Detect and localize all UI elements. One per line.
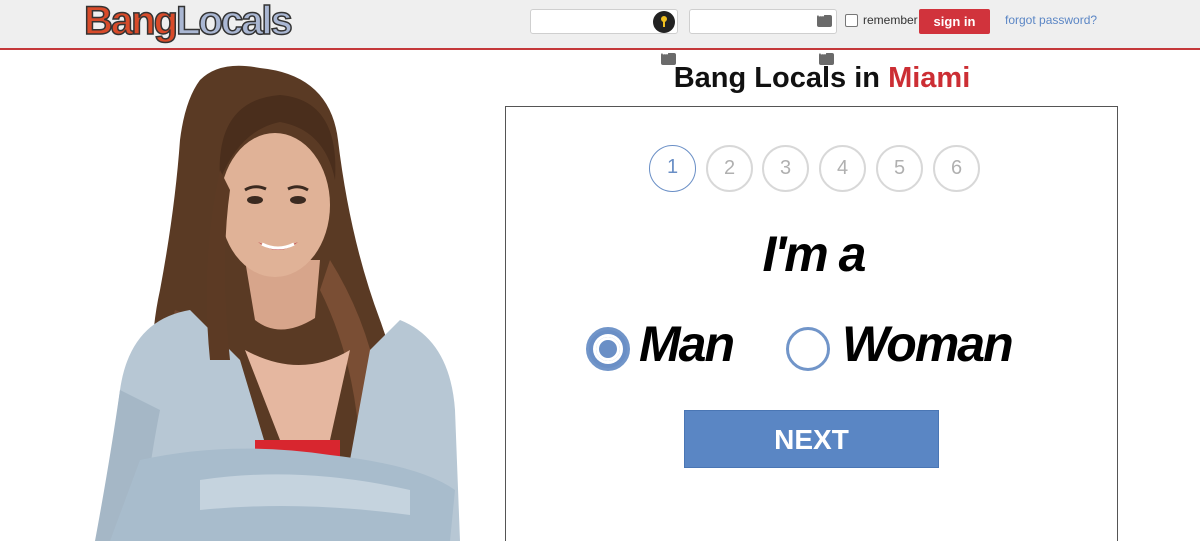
username-input[interactable] [530, 9, 678, 34]
key-icon[interactable] [653, 11, 675, 33]
woman-radio[interactable] [786, 327, 830, 371]
step-indicator: 3 [762, 145, 809, 192]
page-heading: Bang Locals in Miami [506, 60, 1118, 96]
password-manager-icon[interactable] [817, 11, 832, 27]
remember-label: remember [863, 13, 918, 27]
step-indicator: 5 [876, 145, 923, 192]
site-logo[interactable]: BangLocals [83, 0, 293, 44]
heading-prefix: Bang Locals in [673, 62, 889, 94]
gender-prompt: I'm a [762, 226, 867, 282]
step-indicator: 2 [706, 145, 753, 192]
step-indicator: 6 [933, 145, 980, 192]
heading-city: Miami [888, 62, 971, 94]
forgot-password-link[interactable]: forgot password? [1005, 13, 1097, 27]
sign-in-button[interactable]: sign in [919, 9, 990, 34]
step-indicator: 1 [649, 145, 696, 192]
man-radio[interactable] [586, 327, 630, 371]
hero-photo [95, 65, 460, 541]
remember-checkbox[interactable] [845, 14, 858, 27]
top-bar: BangLocals remember sign in forgot passw… [0, 0, 1200, 50]
password-input[interactable] [689, 9, 837, 34]
signup-form-panel: 1 2 3 4 5 6 I'm a Man Woman NEXT [505, 106, 1118, 541]
logo-part-1: Bang [83, 0, 179, 44]
man-label[interactable]: Man [639, 315, 735, 373]
next-button[interactable]: NEXT [684, 410, 939, 468]
woman-label[interactable]: Woman [842, 315, 1014, 373]
step-indicator: 4 [819, 145, 866, 192]
logo-part-2: Locals [175, 0, 293, 44]
